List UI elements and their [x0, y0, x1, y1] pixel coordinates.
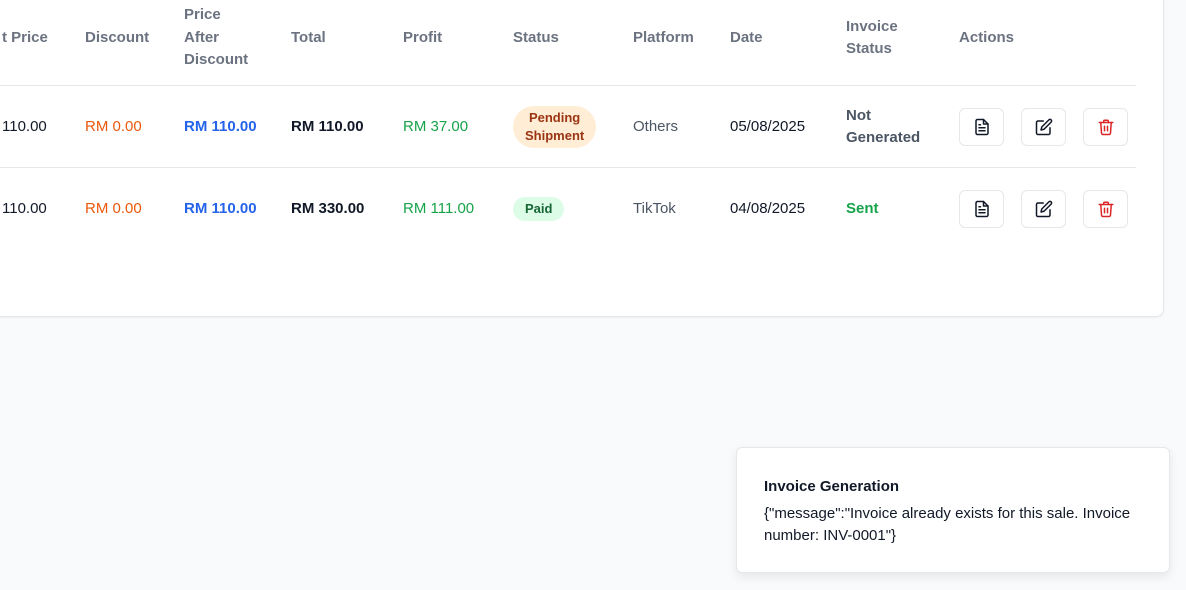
status-badge-line1: Pending — [528, 109, 581, 125]
header-total: Total — [291, 0, 396, 85]
cell-actions — [959, 168, 1129, 250]
date-value: 04/08/2025 — [730, 200, 806, 217]
unit-price-value: 110.00 — [2, 117, 47, 135]
cell-date: 05/08/2025 — [730, 86, 840, 167]
header-price-after-discount-line2: After — [184, 28, 220, 46]
discount-value: RM 0.00 — [85, 117, 142, 135]
header-profit: Profit — [403, 0, 503, 85]
cell-unit-price: 110.00 — [2, 168, 82, 250]
price-after-discount-value: RM 110.00 — [184, 117, 257, 135]
toast-message: {"message":"Invoice already exists for t… — [764, 505, 1131, 544]
cell-invoice-status: Sent — [846, 168, 951, 250]
header-invoice-status-line1: Invoice — [846, 17, 898, 35]
invoice-status-line2: Generated — [846, 128, 921, 146]
row-actions — [959, 107, 1128, 146]
cell-platform: TikTok — [633, 168, 723, 250]
delete-button[interactable] — [1083, 190, 1128, 228]
header-unit-price: t Price — [2, 0, 82, 85]
cell-platform: Others — [633, 86, 723, 167]
cell-date: 04/08/2025 — [730, 168, 840, 250]
header-total-label: Total — [291, 28, 326, 46]
cell-discount: RM 0.00 — [85, 168, 175, 250]
status-badge-line2: Shipment — [525, 127, 585, 143]
header-invoice-status-line2: Status — [846, 40, 892, 57]
edit-button[interactable] — [1021, 107, 1066, 146]
cell-actions — [959, 86, 1129, 167]
header-price-after-discount: Price After Discount — [184, 0, 284, 85]
total-value: RM 110.00 — [291, 117, 364, 135]
sales-table-card: t Price Discount Price After Discount To… — [0, 0, 1164, 317]
cell-price-after-discount: RM 110.00 — [184, 86, 284, 167]
table-header: t Price Discount Price After Discount To… — [0, 0, 1136, 86]
header-invoice-status: Invoice Status — [846, 0, 951, 85]
cell-profit: RM 111.00 — [403, 168, 503, 250]
total-value: RM 330.00 — [291, 200, 365, 217]
cell-invoice-status: Not Generated — [846, 86, 951, 167]
header-status-label: Status — [513, 28, 559, 46]
header-actions: Actions — [959, 0, 1129, 85]
profit-value: RM 111.00 — [403, 200, 475, 217]
cell-price-after-discount: RM 110.00 — [184, 168, 284, 250]
header-price-after-discount-line3: Discount — [184, 51, 249, 69]
delete-button[interactable] — [1083, 107, 1128, 146]
edit-icon — [1035, 118, 1052, 135]
document-icon — [974, 200, 989, 218]
discount-value: RM 0.00 — [85, 200, 142, 217]
header-platform: Platform — [633, 0, 723, 85]
date-value: 05/08/2025 — [730, 117, 806, 135]
unit-price-value: 110.00 — [2, 200, 47, 217]
trash-icon — [1098, 201, 1113, 218]
row-actions — [959, 190, 1128, 228]
profit-value: RM 37.00 — [403, 117, 469, 135]
invoice-status-line1: Not — [846, 106, 871, 124]
status-badge: Paid — [513, 197, 565, 221]
price-after-discount-value: RM 110.00 — [184, 200, 257, 217]
generate-invoice-button[interactable] — [959, 190, 1004, 228]
header-date-label: Date — [730, 28, 763, 46]
edit-icon — [1035, 200, 1052, 218]
header-unit-price-label: t Price — [2, 28, 48, 46]
platform-value: TikTok — [633, 200, 676, 217]
trash-icon — [1098, 119, 1113, 135]
invoice-status-value: Sent — [846, 200, 879, 217]
cell-status: Paid — [513, 168, 623, 250]
invoice-toast[interactable]: Invoice Generation {"message":"Invoice a… — [736, 447, 1170, 573]
status-badge: Pending Shipment — [513, 105, 597, 148]
toast-title: Invoice Generation — [764, 478, 900, 495]
cell-discount: RM 0.00 — [85, 86, 175, 167]
cell-unit-price: 110.00 — [2, 86, 82, 167]
header-platform-label: Platform — [633, 28, 694, 46]
header-price-after-discount-line1: Price — [184, 6, 221, 24]
header-profit-label: Profit — [403, 28, 443, 46]
edit-button[interactable] — [1021, 190, 1066, 228]
cell-status: Pending Shipment — [513, 86, 623, 167]
header-actions-label: Actions — [959, 28, 1015, 46]
cell-total: RM 110.00 — [291, 86, 396, 167]
platform-value: Others — [633, 117, 679, 135]
header-date: Date — [730, 0, 840, 85]
cell-profit: RM 37.00 — [403, 86, 503, 167]
document-icon — [974, 118, 989, 135]
table-row: 110.00 RM 0.00 RM 110.00 RM 110.00 RM 37… — [0, 86, 1136, 168]
cell-total: RM 330.00 — [291, 168, 396, 250]
header-discount-label: Discount — [85, 28, 150, 46]
generate-invoice-button[interactable] — [959, 107, 1004, 146]
header-status: Status — [513, 0, 623, 85]
header-discount: Discount — [85, 0, 175, 85]
table-row: 110.00 RM 0.00 RM 110.00 RM 330.00 RM 11… — [0, 168, 1136, 250]
